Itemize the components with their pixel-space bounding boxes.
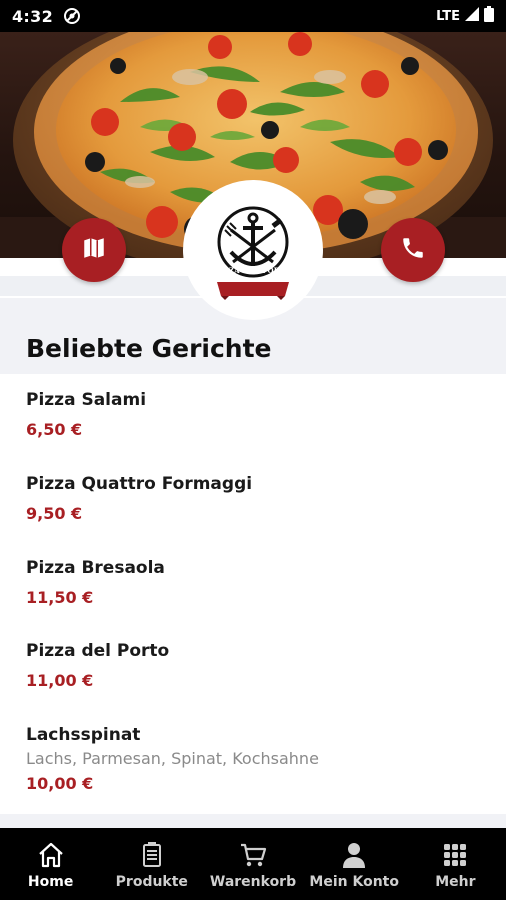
section-title: Beliebte Gerichte: [26, 334, 272, 363]
map-button[interactable]: [62, 218, 126, 282]
signal-icon: [465, 7, 479, 25]
phone-button[interactable]: [381, 218, 445, 282]
status-right: LTE: [436, 6, 494, 26]
item-price: 11,50 €: [26, 588, 94, 607]
status-bar: 4:32 LTE: [0, 0, 506, 32]
network-type: LTE: [436, 8, 460, 24]
list-item[interactable]: Pizza Bresaola 11,50 €: [26, 558, 165, 607]
nav-more[interactable]: Mehr: [405, 828, 506, 900]
item-price: 10,00 €: [26, 774, 94, 793]
nav-label: Mein Konto: [309, 874, 399, 890]
anchor-cutlery-icon: [217, 206, 289, 300]
item-name: Pizza Quattro Formaggi: [26, 474, 253, 494]
person-icon: [343, 843, 366, 868]
restaurant-logo: PIZZA DEL PORTO: [183, 180, 323, 320]
nav-label: Home: [27, 874, 74, 890]
item-name: Pizza Salami: [26, 390, 147, 410]
nav-label: Warenkorb: [209, 874, 297, 890]
cart-icon: [241, 843, 267, 867]
item-price: 6,50 €: [26, 420, 83, 439]
item-name: Pizza del Porto: [26, 641, 170, 661]
nav-label: Produkte: [115, 874, 188, 890]
item-price: 9,50 €: [26, 504, 83, 523]
item-price: 11,00 €: [26, 671, 94, 690]
list-item[interactable]: Pizza Quattro Formaggi 9,50 €: [26, 474, 252, 523]
grid-icon: [444, 844, 467, 866]
list-item[interactable]: Lachsspinat Lachs, Parmesan, Spinat, Koc…: [26, 725, 319, 793]
popular-dishes-list: Pizza Salami 6,50 € Pizza Quattro Formag…: [0, 374, 506, 814]
home-icon: [38, 842, 63, 868]
menu-book-icon: [142, 842, 161, 867]
nav-home[interactable]: Home: [0, 828, 101, 900]
nav-label: Mehr: [435, 874, 476, 890]
logo-text: PIZZA DEL PORTO: [214, 266, 292, 275]
list-item[interactable]: Pizza del Porto 11,00 €: [26, 641, 169, 690]
map-icon: [81, 235, 107, 265]
phone-icon: [400, 235, 426, 265]
item-name: Lachsspinat: [26, 725, 141, 745]
item-name: Pizza Bresaola: [26, 558, 165, 578]
app-screen: 4:32 LTE PIZZA DEL PORTO Beliebte Gerich…: [0, 0, 506, 900]
item-description: Lachs, Parmesan, Spinat, Kochsahne: [26, 749, 319, 768]
bottom-navigation: Home Produkte Warenkorb Mein Konto Mehr: [0, 828, 506, 900]
nav-products[interactable]: Produkte: [101, 828, 202, 900]
nav-cart[interactable]: Warenkorb: [202, 828, 303, 900]
battery-icon: [484, 6, 494, 26]
do-not-disturb-icon: [63, 7, 81, 25]
list-item[interactable]: Pizza Salami 6,50 €: [26, 390, 146, 439]
nav-account[interactable]: Mein Konto: [304, 828, 405, 900]
status-time: 4:32: [12, 6, 53, 26]
